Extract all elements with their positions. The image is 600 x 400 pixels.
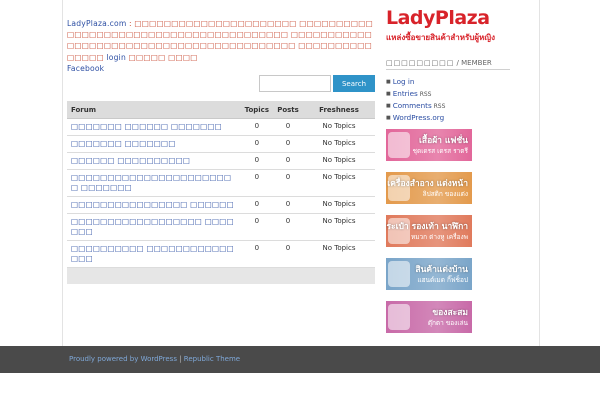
banner-home-decor[interactable]: สินค้าแต่งบ้าน แฮนด์เมด กิ๊ฟช็อป bbox=[386, 258, 472, 290]
table-row: □□□□□□□□□□□□□□□□□□ □□□□□□□ 0 0 No Topics bbox=[67, 213, 375, 241]
table-row: □□□□□□□□□□ □□□□□□□□□□□□□□□ 0 0 No Topics bbox=[67, 240, 375, 268]
forum-link[interactable]: □□□□□□□□□□□□□□□□□□ □□□□□□□ bbox=[71, 217, 234, 236]
sidebar-heading-sub: / MEMBER bbox=[454, 59, 492, 67]
topics-count: 0 bbox=[240, 135, 273, 153]
facebook-link[interactable]: Facebook bbox=[67, 63, 377, 74]
logo-title: LadyPlaza bbox=[386, 7, 490, 29]
entries-rss-link[interactable]: Entries bbox=[393, 89, 418, 98]
banner-title: กระเป๋า รองเท้า นาฬิกา bbox=[386, 222, 468, 232]
forum-link[interactable]: □□□□□□□□□□□□□□□□ □□□□□□ bbox=[71, 200, 234, 209]
bullet-icon: ■ bbox=[386, 90, 391, 97]
posts-count: 0 bbox=[273, 213, 303, 241]
list-item: ■ Log in bbox=[386, 76, 510, 88]
sidebar-heading: □□□□□□□□□ / MEMBER bbox=[386, 58, 510, 70]
freshness: No Topics bbox=[303, 118, 375, 136]
header-freshness: Freshness bbox=[303, 101, 375, 119]
posts-count: 0 bbox=[273, 240, 303, 268]
forum-link[interactable]: □□□□□□□ □□□□□□ □□□□□□□ bbox=[71, 122, 222, 131]
posts-count: 0 bbox=[273, 135, 303, 153]
topics-count: 0 bbox=[240, 213, 273, 241]
rss-label: RSS bbox=[417, 91, 432, 98]
banner-image bbox=[388, 132, 410, 158]
site-description: LadyPlaza.com : □□□□□□□□□□□□□□□□□□□□□□ □… bbox=[67, 18, 377, 74]
banner-title: เครื่องสำอาง แต่งหน้า bbox=[387, 179, 468, 189]
forum-table-header: Forum Topics Posts Freshness bbox=[67, 101, 375, 119]
list-item: ■ Comments RSS bbox=[386, 100, 510, 112]
topics-count: 0 bbox=[240, 196, 273, 214]
posts-count: 0 bbox=[273, 118, 303, 136]
footer-separator: | bbox=[176, 355, 184, 363]
meta-links: ■ Log in ■ Entries RSS ■ Comments RSS ■ Word… bbox=[386, 76, 510, 124]
topics-count: 0 bbox=[240, 152, 273, 170]
banner-title: ของสะสม bbox=[432, 308, 468, 318]
freshness: No Topics bbox=[303, 213, 375, 241]
banner-image bbox=[388, 261, 410, 287]
banner-subtitle: ชุดเดรส เดรส ราตรี bbox=[412, 147, 468, 155]
table-row: □□□□□□□ □□□□□□□ 0 0 No Topics bbox=[67, 135, 375, 153]
freshness: No Topics bbox=[303, 240, 375, 268]
banner-title: สินค้าแต่งบ้าน bbox=[415, 265, 468, 275]
header-topics: Topics bbox=[240, 101, 273, 119]
comments-rss-link[interactable]: Comments bbox=[393, 101, 432, 110]
freshness: No Topics bbox=[303, 169, 375, 197]
banner-subtitle: หมวก ต่างหู เครื่องพ bbox=[410, 233, 468, 241]
banner-title: เสื้อผ้า แฟชั่น bbox=[419, 136, 468, 146]
forum-link[interactable]: □□□□□□□ □□□□□□□ bbox=[71, 139, 176, 148]
banner-bags-shoes[interactable]: กระเป๋า รองเท้า นาฬิกา หมวก ต่างหู เครื่อ… bbox=[386, 215, 472, 247]
sidebar-member: □□□□□□□□□ / MEMBER ■ Log in ■ Entries RSS … bbox=[386, 58, 510, 124]
search-button[interactable]: Search bbox=[333, 75, 375, 92]
site-footer: Proudly powered by WordPress | Republic … bbox=[0, 346, 600, 373]
header-posts: Posts bbox=[273, 101, 303, 119]
banner-subtitle: ตุ๊กตา ของเล่น bbox=[427, 319, 468, 327]
rss-label: RSS bbox=[431, 103, 446, 110]
banner-image bbox=[388, 304, 410, 330]
freshness: No Topics bbox=[303, 196, 375, 214]
forum-link[interactable]: □□□□□□□□□□ □□□□□□□□□□□□□□□ bbox=[71, 244, 234, 263]
table-row: □□□□□□□□□□□□□□□□ □□□□□□ 0 0 No Topics bbox=[67, 196, 375, 214]
logo-tagline: แหล่งซื้อขายสินค้าสำหรับผู้หญิง bbox=[386, 33, 496, 42]
list-item: ■ WordPress.org bbox=[386, 112, 510, 124]
theme-credit-link[interactable]: Republic Theme bbox=[184, 355, 240, 363]
banner-subtitle: ลิปสติก ของแต่ง bbox=[422, 190, 468, 198]
topics-count: 0 bbox=[240, 169, 273, 197]
sidebar-heading-text: □□□□□□□□□ bbox=[386, 58, 455, 67]
list-item: ■ Entries RSS bbox=[386, 88, 510, 100]
table-row: □□□□□□□ □□□□□□ □□□□□□□ 0 0 No Topics bbox=[67, 118, 375, 136]
table-row: □□□□□□ □□□□□□□□□□ 0 0 No Topics bbox=[67, 152, 375, 170]
banner-subtitle: แฮนด์เมด กิ๊ฟช็อป bbox=[417, 276, 468, 284]
login-link[interactable]: login bbox=[107, 53, 127, 62]
forum-table: Forum Topics Posts Freshness □□□□□□□ □□□… bbox=[67, 101, 375, 284]
banner-collectibles[interactable]: ของสะสม ตุ๊กตา ของเล่น bbox=[386, 301, 472, 333]
table-row: □□□□□□□□□□□□□□□□□□□□□□□ □□□□□□□ 0 0 No T… bbox=[67, 169, 375, 197]
table-footer bbox=[67, 267, 375, 284]
wordpress-org-link[interactable]: WordPress.org bbox=[393, 113, 444, 122]
topics-count: 0 bbox=[240, 240, 273, 268]
wordpress-credit-link[interactable]: Proudly powered by WordPress bbox=[69, 355, 177, 363]
site-logo[interactable]: LadyPlaza แหล่งซื้อขายสินค้าสำหรับผู้หญิ… bbox=[386, 7, 508, 47]
header-forum: Forum bbox=[67, 101, 241, 119]
intro-text-2: □□□□□ □□□□ bbox=[126, 52, 198, 62]
site-link[interactable]: LadyPlaza.com bbox=[67, 19, 126, 28]
footer-credits: Proudly powered by WordPress | Republic … bbox=[69, 355, 240, 363]
banner-cosmetics[interactable]: เครื่องสำอาง แต่งหน้า ลิปสติก ของแต่ง bbox=[386, 172, 472, 204]
bullet-icon: ■ bbox=[386, 114, 391, 121]
posts-count: 0 bbox=[273, 152, 303, 170]
bullet-icon: ■ bbox=[386, 102, 391, 109]
bullet-icon: ■ bbox=[386, 78, 391, 85]
freshness: No Topics bbox=[303, 152, 375, 170]
search-input[interactable] bbox=[259, 75, 331, 92]
category-banners: เสื้อผ้า แฟชั่น ชุดเดรส เดรส ราตรี เครื่อ… bbox=[386, 129, 474, 344]
topics-count: 0 bbox=[240, 118, 273, 136]
search-form: Search bbox=[259, 75, 375, 92]
login-link[interactable]: Log in bbox=[393, 77, 415, 86]
freshness: No Topics bbox=[303, 135, 375, 153]
posts-count: 0 bbox=[273, 169, 303, 197]
posts-count: 0 bbox=[273, 196, 303, 214]
intro-block: LadyPlaza.com : □□□□□□□□□□□□□□□□□□□□□□ □… bbox=[67, 18, 377, 74]
banner-fashion[interactable]: เสื้อผ้า แฟชั่น ชุดเดรส เดรส ราตรี bbox=[386, 129, 472, 161]
forum-link[interactable]: □□□□□□□□□□□□□□□□□□□□□□□ □□□□□□□ bbox=[71, 173, 231, 192]
forum-link[interactable]: □□□□□□ □□□□□□□□□□ bbox=[71, 156, 190, 165]
